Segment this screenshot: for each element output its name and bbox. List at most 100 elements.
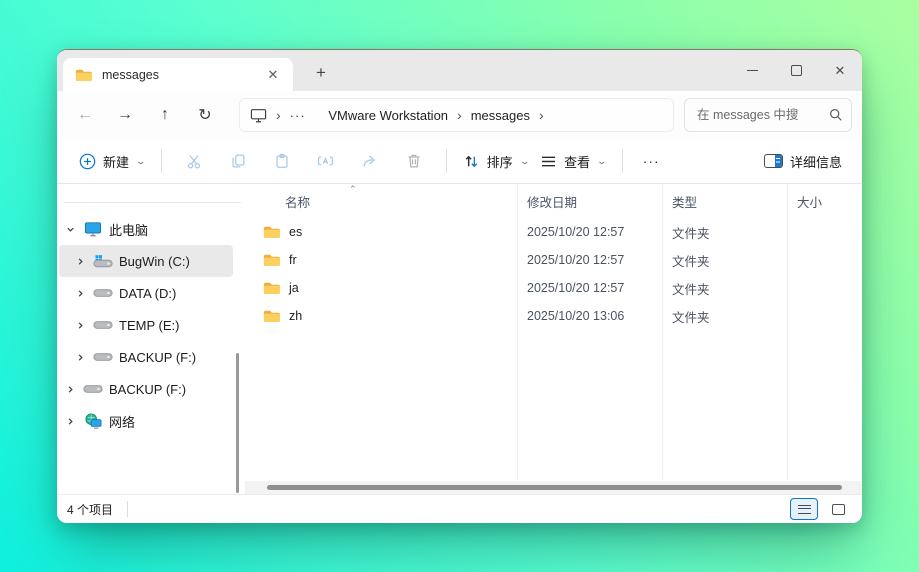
sidebar-item-bugwin-c[interactable]: BugWin (C:) bbox=[59, 245, 233, 277]
new-button-label: 新建 bbox=[103, 152, 129, 171]
breadcrumb-chevron[interactable]: › bbox=[530, 108, 553, 122]
view-button[interactable]: 查看 ⌄ bbox=[534, 144, 612, 178]
horizontal-scrollbar-track[interactable] bbox=[245, 481, 862, 494]
toolbar-divider bbox=[161, 149, 162, 173]
breadcrumb-item-messages[interactable]: messages bbox=[471, 108, 530, 123]
chevron-down-icon[interactable] bbox=[59, 225, 81, 234]
chevron-right-icon[interactable] bbox=[69, 289, 91, 298]
file-name-cell: fr bbox=[245, 253, 517, 267]
breadcrumb-item-vmware[interactable]: VMware Workstation bbox=[328, 108, 448, 123]
tab-close-icon[interactable]: ✕ bbox=[261, 63, 285, 87]
close-button[interactable]: ✕ bbox=[818, 50, 862, 91]
copy-button[interactable] bbox=[218, 144, 258, 178]
file-name-cell: es bbox=[245, 225, 517, 239]
sort-button[interactable]: 排序 ⌄ bbox=[457, 144, 535, 178]
sort-button-label: 排序 bbox=[487, 152, 513, 171]
drive-icon bbox=[91, 352, 115, 362]
drive-icon bbox=[91, 288, 115, 298]
file-explorer-window: messages ✕ + ✕ ← → ↑ ↻ › ··· › VMware Wo… bbox=[57, 49, 862, 523]
back-button[interactable]: ← bbox=[65, 98, 105, 132]
view-lines-icon bbox=[540, 154, 557, 169]
share-button[interactable] bbox=[350, 144, 390, 178]
command-bar: 新建 ⌄ 排序 ⌄ bbox=[57, 139, 862, 184]
drive-icon bbox=[81, 384, 105, 394]
delete-button[interactable] bbox=[394, 144, 434, 178]
minimize-button[interactable] bbox=[730, 50, 774, 91]
new-tab-button[interactable]: + bbox=[305, 59, 337, 87]
file-modified: 2025/10/20 13:06 bbox=[517, 309, 662, 323]
up-button[interactable]: ↑ bbox=[145, 98, 185, 132]
file-name-cell: ja bbox=[245, 281, 517, 295]
scissors-icon bbox=[185, 152, 203, 170]
refresh-button[interactable]: ↻ bbox=[185, 98, 225, 132]
file-row-zh[interactable]: zh 2025/10/20 13:06 文件夹 bbox=[245, 302, 862, 330]
tab-messages[interactable]: messages ✕ bbox=[63, 58, 293, 91]
file-name: ja bbox=[289, 281, 299, 295]
column-header-name[interactable]: 名称 bbox=[245, 192, 517, 211]
file-name: fr bbox=[289, 253, 297, 267]
sidebar-item-label: TEMP (E:) bbox=[119, 318, 179, 333]
copy-icon bbox=[229, 152, 247, 170]
forward-button[interactable]: → bbox=[105, 98, 145, 132]
sidebar-item-this-pc[interactable]: 此电脑 bbox=[59, 213, 233, 245]
folder-icon bbox=[263, 225, 280, 239]
sidebar-item-data-d[interactable]: DATA (D:) bbox=[59, 277, 233, 309]
details-pane-button[interactable]: 详细信息 bbox=[758, 144, 848, 178]
sidebar-item-label: BugWin (C:) bbox=[119, 254, 190, 269]
breadcrumb-chevron[interactable]: › bbox=[448, 108, 471, 122]
folder-icon bbox=[263, 281, 280, 295]
folder-icon bbox=[75, 68, 92, 82]
sidebar-item-network[interactable]: 网络 bbox=[59, 405, 233, 437]
file-modified: 2025/10/20 12:57 bbox=[517, 281, 662, 295]
cut-button[interactable] bbox=[174, 144, 214, 178]
breadcrumb-overflow[interactable]: ··· bbox=[290, 108, 306, 123]
details-pane-label: 详细信息 bbox=[790, 152, 842, 171]
column-header-modified[interactable]: 修改日期 bbox=[517, 192, 662, 211]
sidebar-scrollbar[interactable] bbox=[236, 353, 239, 493]
column-headers: 名称 修改日期 类型 大小 bbox=[245, 187, 862, 215]
sort-arrows-icon bbox=[463, 153, 480, 170]
sidebar-item-backup-f[interactable]: BACKUP (F:) bbox=[59, 373, 233, 405]
file-row-fr[interactable]: fr 2025/10/20 12:57 文件夹 bbox=[245, 246, 862, 274]
new-button[interactable]: 新建 ⌄ bbox=[73, 144, 151, 178]
folder-icon bbox=[263, 309, 280, 323]
chevron-down-icon: ⌄ bbox=[597, 156, 608, 167]
search-input[interactable] bbox=[697, 108, 829, 122]
breadcrumb[interactable]: › ··· › VMware Workstation › messages › bbox=[239, 98, 674, 132]
search-box[interactable] bbox=[684, 98, 852, 132]
more-options-button[interactable]: ··· bbox=[633, 153, 670, 169]
column-header-size[interactable]: 大小 bbox=[787, 192, 822, 211]
file-type: 文件夹 bbox=[662, 223, 787, 242]
file-name-cell: zh bbox=[245, 309, 517, 323]
file-type: 文件夹 bbox=[662, 251, 787, 270]
view-button-label: 查看 bbox=[564, 152, 590, 171]
paste-button[interactable] bbox=[262, 144, 302, 178]
chevron-right-icon[interactable] bbox=[59, 417, 81, 426]
minimize-icon bbox=[747, 70, 758, 71]
sidebar-item-backup-f-child[interactable]: BACKUP (F:) bbox=[59, 341, 233, 373]
rename-button[interactable] bbox=[306, 144, 346, 178]
share-icon bbox=[361, 152, 379, 170]
toolbar-divider bbox=[622, 149, 623, 173]
file-row-es[interactable]: es 2025/10/20 12:57 文件夹 bbox=[245, 218, 862, 246]
column-header-type[interactable]: 类型 bbox=[662, 192, 787, 211]
file-modified: 2025/10/20 12:57 bbox=[517, 253, 662, 267]
large-icons-view-icon bbox=[832, 504, 845, 515]
chevron-right-icon[interactable] bbox=[59, 385, 81, 394]
chevron-right-icon[interactable] bbox=[69, 257, 91, 266]
status-divider bbox=[127, 501, 128, 517]
tab-title: messages bbox=[102, 68, 261, 82]
large-icons-view-button[interactable] bbox=[824, 498, 852, 520]
status-bar: 4 个项目 bbox=[57, 494, 862, 523]
horizontal-scrollbar-thumb[interactable] bbox=[267, 485, 842, 490]
search-icon bbox=[829, 108, 843, 122]
sidebar-item-temp-e[interactable]: TEMP (E:) bbox=[59, 309, 233, 341]
maximize-button[interactable] bbox=[774, 50, 818, 91]
toolbar-divider bbox=[446, 149, 447, 173]
chevron-right-icon[interactable] bbox=[69, 321, 91, 330]
details-view-button[interactable] bbox=[790, 498, 818, 520]
chevron-right-icon[interactable] bbox=[69, 353, 91, 362]
sidebar-item-label: BACKUP (F:) bbox=[119, 350, 196, 365]
file-row-ja[interactable]: ja 2025/10/20 12:57 文件夹 bbox=[245, 274, 862, 302]
breadcrumb-chevron[interactable]: › bbox=[267, 108, 290, 122]
